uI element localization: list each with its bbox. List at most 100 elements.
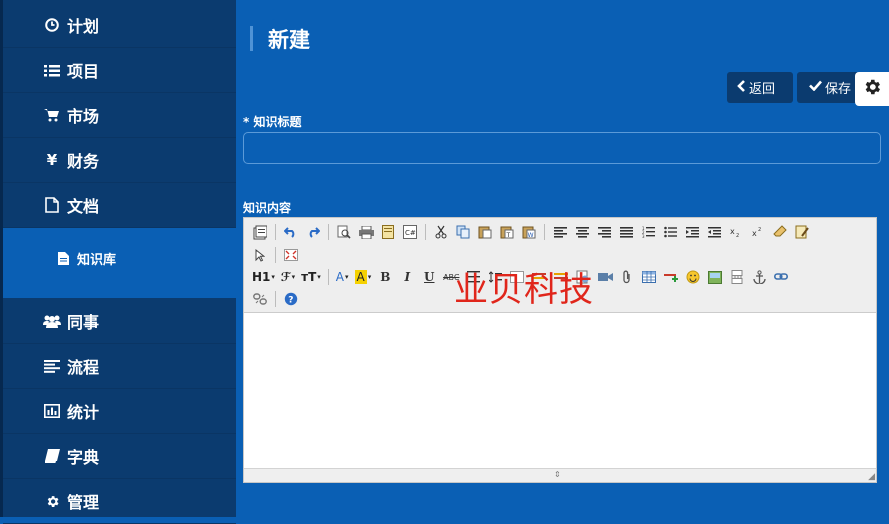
table-icon[interactable]	[638, 267, 660, 287]
bold-button[interactable]: B	[374, 267, 396, 287]
rich-text-editor: C# T W 123 x2 x2 H1 ▾ ℱ ▾ тT ▾ A ▾ A ▾ B…	[243, 217, 877, 483]
table-style-icon[interactable]	[550, 267, 572, 287]
save-button[interactable]: 保存	[797, 72, 859, 103]
align-justify-icon[interactable]	[615, 222, 637, 242]
sidebar-item-finance[interactable]: ¥ 财务	[3, 138, 236, 183]
sidebar-subitem-knowledge-base[interactable]: 知识库	[3, 243, 236, 273]
yen-icon: ¥	[46, 151, 58, 169]
help-icon[interactable]: ?	[280, 289, 302, 309]
copy-icon[interactable]	[452, 222, 474, 242]
font-color-dropdown[interactable]: A ▾	[333, 267, 352, 287]
clear-format-icon[interactable]	[769, 222, 791, 242]
sidebar-item-label: 字典	[67, 448, 100, 467]
sidebar-item-label: 流程	[67, 358, 100, 377]
cart-icon	[43, 108, 61, 122]
attachment-icon[interactable]	[616, 267, 638, 287]
align-right-icon[interactable]	[593, 222, 615, 242]
toolbar-separator	[425, 224, 426, 240]
sidebar-item-label: 项目	[67, 62, 100, 81]
outdent-icon[interactable]	[703, 222, 725, 242]
resize-corner-icon[interactable]: ◢	[868, 472, 875, 482]
fullscreen-icon[interactable]	[280, 245, 302, 265]
unordered-list-icon[interactable]	[659, 222, 681, 242]
superscript-icon[interactable]: x2	[747, 222, 769, 242]
insert-row-icon[interactable]	[660, 267, 682, 287]
sidebar-item-project[interactable]: 项目	[3, 48, 236, 93]
list-icon	[43, 64, 61, 77]
editor-content-area[interactable]	[244, 313, 876, 470]
underline-button[interactable]: U	[418, 267, 440, 287]
file-text-icon	[58, 251, 69, 265]
anchor-icon[interactable]	[748, 267, 770, 287]
check-icon	[809, 80, 822, 95]
caret-down-icon: ▾	[317, 273, 321, 281]
code-icon[interactable]: C#	[399, 222, 421, 242]
italic-button[interactable]: I	[396, 267, 418, 287]
sidebar-item-workflow[interactable]: 流程	[3, 344, 236, 389]
main-content: 新建 返回 保存 * 知识标题 知识内容 C# T W 1 2 3 x 2 x …	[236, 0, 889, 517]
toolbar-separator	[275, 224, 276, 240]
sidebar-item-label: 计划	[67, 17, 100, 36]
redo-icon[interactable]	[302, 222, 324, 242]
select-all-icon[interactable]	[249, 245, 271, 265]
sidebar-item-market[interactable]: 市场	[3, 93, 236, 138]
unlink-icon[interactable]	[249, 289, 271, 309]
settings-gear-button[interactable]	[855, 72, 889, 106]
svg-text:3: 3	[642, 234, 645, 238]
format-painter-icon[interactable]	[791, 222, 813, 242]
align-left-icon[interactable]	[549, 222, 571, 242]
link-icon[interactable]	[770, 267, 792, 287]
font-family-label: ℱ	[280, 270, 291, 284]
paste-word-icon[interactable]: W	[518, 222, 540, 242]
toolbar-row-2b: ?	[249, 288, 302, 310]
caret-down-icon: ▾	[345, 273, 349, 281]
video-icon[interactable]	[594, 267, 616, 287]
preview-icon[interactable]	[333, 222, 355, 242]
sidebar-item-colleagues[interactable]: 同事	[3, 299, 236, 344]
font-family-dropdown[interactable]: ℱ ▾	[278, 267, 298, 287]
strikethrough-button[interactable]: ABC	[440, 267, 462, 287]
cut-icon[interactable]	[430, 222, 452, 242]
sidebar-item-label: 财务	[67, 152, 100, 171]
toolbar-separator	[544, 224, 545, 240]
paste-text-icon[interactable]: T	[496, 222, 518, 242]
resize-grip-icon[interactable]: ⇕	[554, 471, 561, 479]
paragraph-spacing-icon[interactable]	[462, 267, 484, 287]
line-height-icon[interactable]	[484, 267, 506, 287]
back-button[interactable]: 返回	[727, 72, 793, 103]
page-break-icon[interactable]	[726, 267, 748, 287]
chevron-left-icon	[737, 79, 746, 96]
subscript-icon[interactable]: x2	[725, 222, 747, 242]
sidebar-item-dictionary[interactable]: 字典	[3, 434, 236, 479]
horizontal-rule-icon[interactable]	[528, 267, 550, 287]
link-image-icon[interactable]	[572, 267, 594, 287]
heading-label: H1	[252, 270, 271, 284]
emoji-icon[interactable]	[682, 267, 704, 287]
toolbar-separator	[327, 269, 329, 285]
sidebar-item-statistics[interactable]: 统计	[3, 389, 236, 434]
sidebar-item-plan[interactable]: 计划	[3, 3, 236, 48]
title-field-label: * 知识标题	[243, 115, 302, 129]
paste-icon[interactable]	[474, 222, 496, 242]
bg-color-dropdown[interactable]: A ▾	[352, 267, 375, 287]
source-icon[interactable]	[249, 222, 271, 242]
sidebar-item-document[interactable]: 文档	[3, 183, 236, 228]
image-icon[interactable]	[704, 267, 726, 287]
heading-dropdown[interactable]: H1 ▾	[249, 267, 278, 287]
content-field-label: 知识内容	[243, 201, 292, 215]
template-icon[interactable]	[377, 222, 399, 242]
undo-icon[interactable]	[280, 222, 302, 242]
indent-icon[interactable]	[681, 222, 703, 242]
title-input[interactable]	[243, 132, 881, 164]
align-center-icon[interactable]	[571, 222, 593, 242]
toolbar-separator	[275, 247, 276, 263]
clock-icon	[43, 18, 61, 32]
image-float-icon[interactable]	[506, 267, 528, 287]
ordered-list-icon[interactable]: 123	[637, 222, 659, 242]
gear-icon	[43, 494, 61, 509]
caret-down-icon: ▾	[291, 273, 296, 281]
editor-toolbar: C# T W 123 x2 x2 H1 ▾ ℱ ▾ тT ▾ A ▾ A ▾ B…	[244, 218, 876, 313]
font-size-dropdown[interactable]: тT ▾	[298, 267, 324, 287]
sidebar-item-admin[interactable]: 管理	[3, 479, 236, 524]
print-icon[interactable]	[355, 222, 377, 242]
